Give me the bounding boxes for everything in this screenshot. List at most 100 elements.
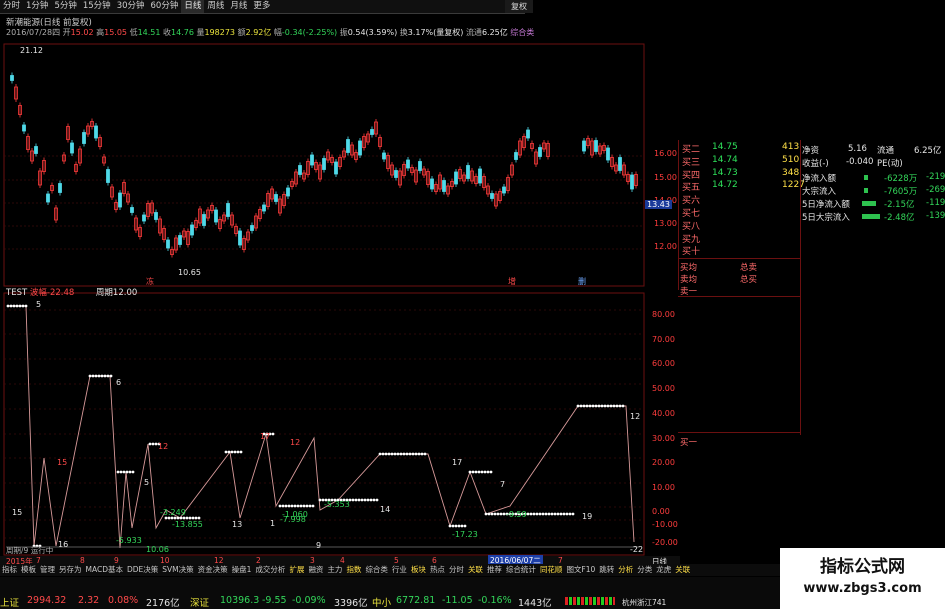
ind-value-label-11: 17 bbox=[260, 432, 271, 441]
ind-dot-61 bbox=[311, 504, 315, 508]
current-price-tag: 13.43 bbox=[645, 200, 672, 209]
function-tab-1[interactable]: 模板 bbox=[19, 564, 38, 576]
ind-dot-62 bbox=[318, 498, 322, 502]
bid-level-label-6: 买八 bbox=[682, 221, 701, 232]
ind-dot-33 bbox=[179, 516, 183, 520]
period-tab-0[interactable]: 分时 bbox=[0, 0, 23, 13]
period-tab-9[interactable]: 更多 bbox=[250, 0, 273, 13]
period-tab-1[interactable]: 1分钟 bbox=[23, 0, 51, 13]
period-tab-4[interactable]: 30分钟 bbox=[114, 0, 148, 13]
function-tab-0[interactable]: 指标 bbox=[0, 564, 19, 576]
ind-dot-1 bbox=[9, 304, 13, 308]
zx-amount: 1443亿 bbox=[518, 598, 552, 609]
function-tab-16[interactable]: 板块 bbox=[409, 564, 428, 576]
ind-dot-151 bbox=[603, 404, 607, 408]
ind-dot-44 bbox=[236, 450, 240, 454]
function-tab-4[interactable]: MACD基本 bbox=[84, 564, 125, 576]
function-tab-2[interactable]: 管理 bbox=[38, 564, 57, 576]
candle-body-111 bbox=[454, 171, 458, 185]
ind-dot-147 bbox=[591, 404, 595, 408]
candle-body-144 bbox=[618, 157, 622, 171]
function-tab-15[interactable]: 行业 bbox=[390, 564, 409, 576]
function-tab-17[interactable]: 热点 bbox=[428, 564, 447, 576]
ind-dot-75 bbox=[357, 498, 361, 502]
candle-body-30 bbox=[130, 207, 134, 213]
bid-price-3: 14.72 bbox=[712, 180, 738, 191]
ind-dot-90 bbox=[402, 452, 406, 456]
period-tab-8[interactable]: 月线 bbox=[227, 0, 250, 13]
period-tab-7[interactable]: 周线 bbox=[204, 0, 227, 13]
ind-dot-54 bbox=[290, 504, 294, 508]
function-tab-26[interactable]: 分类 bbox=[635, 564, 654, 576]
period-tab-3[interactable]: 15分钟 bbox=[80, 0, 114, 13]
function-tab-3[interactable]: 另存为 bbox=[57, 564, 84, 576]
period-tab-6[interactable]: 日线 bbox=[181, 0, 205, 13]
ind-dot-77 bbox=[363, 498, 367, 502]
function-tab-19[interactable]: 关联 bbox=[466, 564, 485, 576]
function-tab-11[interactable]: 融资 bbox=[306, 564, 325, 576]
period-low-label: 10.65 bbox=[178, 268, 201, 277]
function-tab-18[interactable]: 分时 bbox=[447, 564, 466, 576]
ind-dot-50 bbox=[278, 504, 282, 508]
ind-dot-106 bbox=[474, 470, 478, 474]
candle-body-27 bbox=[118, 192, 122, 208]
function-tab-28[interactable]: 关联 bbox=[673, 564, 692, 576]
function-tab-10[interactable]: 扩展 bbox=[287, 564, 306, 576]
candle-body-24 bbox=[106, 169, 110, 183]
ind-dot-23 bbox=[131, 470, 135, 474]
market-breadth-bar bbox=[565, 597, 615, 605]
ind-dot-30 bbox=[170, 516, 174, 520]
function-tab-24[interactable]: 跳转 bbox=[597, 564, 616, 576]
period-tab-5[interactable]: 60分钟 bbox=[148, 0, 182, 13]
ind-dot-116 bbox=[496, 512, 500, 516]
ind-dot-10 bbox=[88, 374, 92, 378]
ind-dot-4 bbox=[18, 304, 22, 308]
amplitude-stat: -22.48 bbox=[46, 288, 75, 298]
change-value: -0.34(-2.25%) bbox=[281, 28, 338, 37]
ind-dot-100 bbox=[454, 524, 458, 528]
function-tab-13[interactable]: 指数 bbox=[344, 564, 363, 576]
ind-dot-25 bbox=[151, 442, 155, 446]
function-tab-25[interactable]: 分析 bbox=[616, 564, 635, 576]
ind-value-label-7: -3.249 bbox=[160, 508, 186, 517]
sector-tag: 综合类 bbox=[510, 28, 535, 37]
ind-dot-150 bbox=[600, 404, 604, 408]
close-value: 14.76 bbox=[171, 28, 194, 37]
candle-body-99 bbox=[406, 159, 410, 169]
function-tab-14[interactable]: 综合类 bbox=[363, 564, 390, 576]
candle-body-84 bbox=[346, 139, 350, 153]
function-tab-6[interactable]: SVM决策 bbox=[160, 564, 195, 576]
function-tab-9[interactable]: 成交分析 bbox=[253, 564, 287, 576]
function-tab-27[interactable]: 龙虎 bbox=[654, 564, 673, 576]
ind-dot-136 bbox=[556, 512, 560, 516]
flow-bar-0 bbox=[864, 175, 868, 180]
bid-level-label-8: 买十 bbox=[682, 247, 701, 258]
indicator-panel-frame bbox=[3, 292, 645, 556]
sz-index: 10396.3 bbox=[220, 595, 260, 606]
function-tab-23[interactable]: 图文F10 bbox=[564, 564, 597, 576]
flow-bar-2 bbox=[862, 201, 876, 206]
period-tab-2[interactable]: 5分钟 bbox=[51, 0, 79, 13]
function-tab-7[interactable]: 资金决策 bbox=[196, 564, 230, 576]
function-tab-21[interactable]: 综合统计 bbox=[504, 564, 538, 576]
indicator-name[interactable]: TEST bbox=[6, 288, 27, 298]
candle-body-90 bbox=[370, 129, 374, 135]
chart-area bbox=[3, 43, 645, 556]
ind-dot-17 bbox=[109, 374, 113, 378]
ind-dot-57 bbox=[299, 504, 303, 508]
function-tab-8[interactable]: 操盘1 bbox=[230, 564, 254, 576]
ind-dot-135 bbox=[553, 512, 557, 516]
right-panel-divider bbox=[800, 140, 801, 435]
ind-dot-134 bbox=[550, 512, 554, 516]
function-tab-20[interactable]: 推荐 bbox=[485, 564, 504, 576]
function-tab-5[interactable]: DDE决策 bbox=[125, 564, 160, 576]
bid-level-label-5: 买七 bbox=[682, 209, 701, 219]
function-tab-22[interactable]: 同花顺 bbox=[538, 564, 565, 576]
ind-dot-22 bbox=[128, 470, 132, 474]
function-tab-12[interactable]: 主力 bbox=[325, 564, 344, 576]
restore-rights-button[interactable]: 复权 bbox=[505, 0, 533, 13]
bid-level-label-3: 买五 bbox=[682, 183, 701, 194]
ind-dot-56 bbox=[296, 504, 300, 508]
ind-dot-103 bbox=[463, 524, 467, 528]
high-value: 15.05 bbox=[104, 28, 128, 37]
